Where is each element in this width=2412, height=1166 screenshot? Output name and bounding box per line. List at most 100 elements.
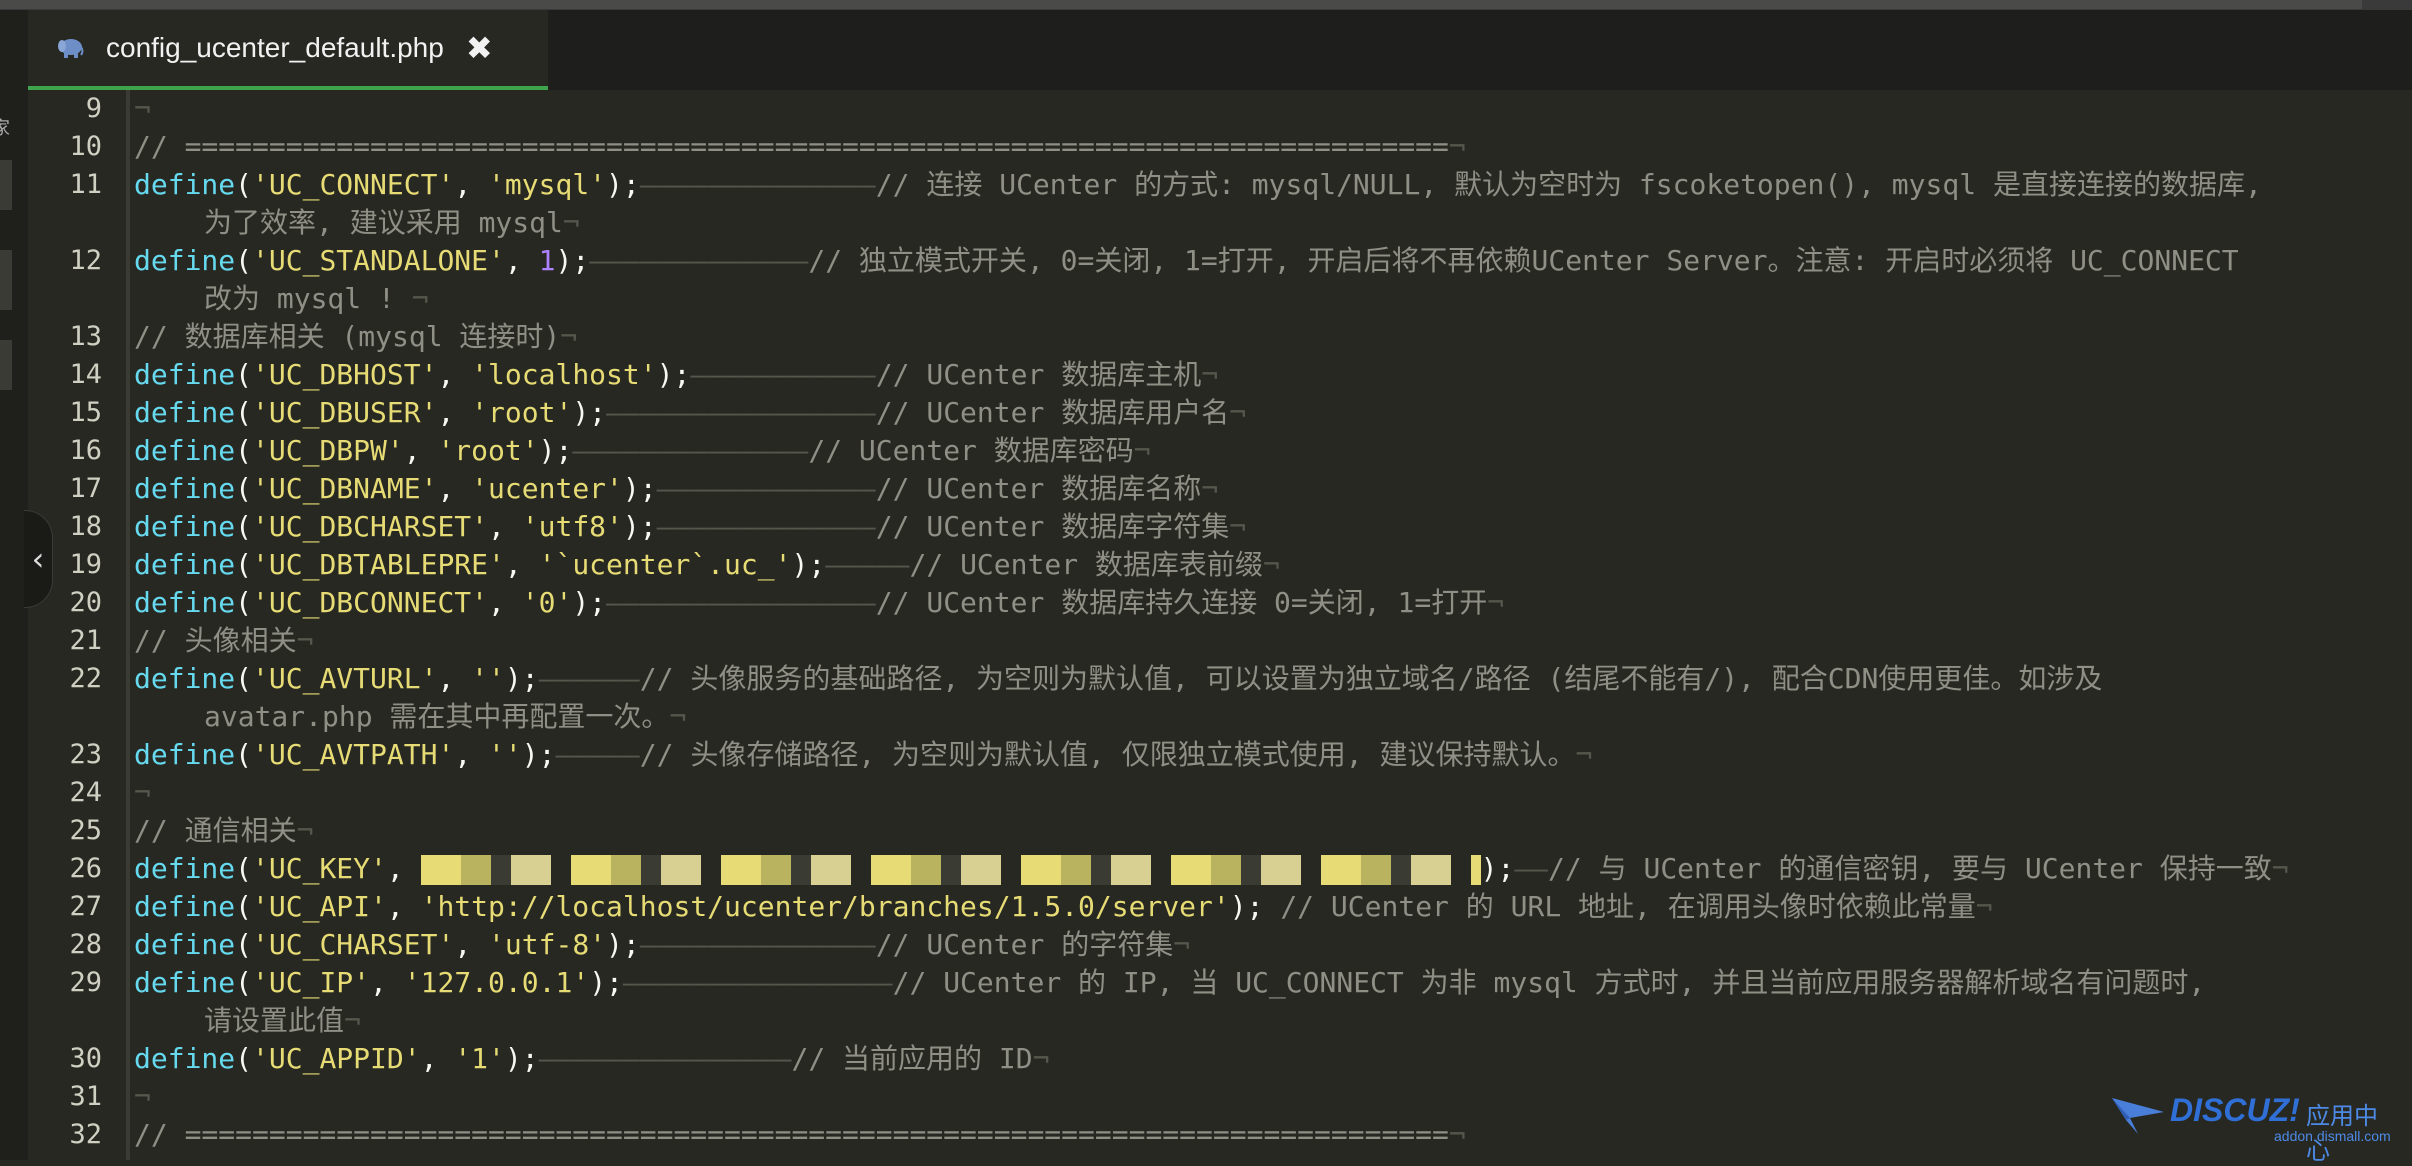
line-number: 10 bbox=[69, 131, 102, 162]
code-line[interactable]: ¬ bbox=[134, 90, 151, 128]
code-token-p: , bbox=[437, 662, 472, 695]
code-token-p: ); bbox=[622, 472, 657, 505]
code-token-c: 改为 mysql ! bbox=[204, 282, 412, 315]
code-line[interactable]: define('UC_STANDALONE', 1);—————————————… bbox=[134, 242, 2239, 280]
code-line[interactable]: define('UC_DBCHARSET', 'utf8');—————————… bbox=[134, 508, 1246, 546]
code-line[interactable]: ¬ bbox=[134, 1078, 151, 1116]
code-editor[interactable]: 9 10 11 12 13 14 15 16 17 18 19 20 21 22 23 24 25 26 27 28 2… bbox=[28, 90, 2412, 1160]
code-token-nl: ¬ bbox=[2271, 852, 2289, 885]
code-token-s: 'UC_AVTURL' bbox=[252, 662, 438, 695]
code-token-dash: —————————————— bbox=[639, 928, 876, 961]
code-token-s: 'UC_DBUSER' bbox=[252, 396, 438, 429]
code-token-nl: ¬ bbox=[296, 814, 314, 847]
code-line[interactable]: define('UC_DBTABLEPRE', '`ucenter`.uc_')… bbox=[134, 546, 1280, 584]
code-token-p: ( bbox=[235, 244, 253, 277]
code-token-c: // 数据库相关 (mysql 连接时) bbox=[134, 320, 561, 353]
code-token-k: define bbox=[134, 358, 236, 391]
code-line[interactable]: define('UC_DBCONNECT', '0');————————————… bbox=[134, 584, 1504, 622]
line-number: 17 bbox=[69, 473, 102, 504]
code-token-nl: ¬ bbox=[1201, 358, 1219, 391]
code-token-c: // UCenter 数据库密码 bbox=[808, 434, 1134, 467]
code-line[interactable]: define('UC_API', 'http://localhost/ucent… bbox=[134, 888, 1993, 926]
code-token-nl: ¬ bbox=[1032, 1042, 1050, 1075]
code-line[interactable]: // 数据库相关 (mysql 连接时)¬ bbox=[134, 318, 577, 356]
code-line[interactable]: define('UC_CONNECT', 'mysql');——————————… bbox=[134, 166, 2262, 204]
code-token-k: define bbox=[134, 548, 236, 581]
code-token-k: define bbox=[134, 852, 236, 885]
code-line[interactable]: define('UC_DBHOST', 'localhost');———————… bbox=[134, 356, 1218, 394]
code-token-p: , bbox=[488, 510, 522, 543]
code-token-p: , bbox=[437, 396, 472, 429]
code-line[interactable]: define('UC_DBUSER', 'root');————————————… bbox=[134, 394, 1246, 432]
code-line[interactable]: define('UC_DBPW', 'root');——————————————… bbox=[134, 432, 1151, 470]
code-token-s: 'UC_KEY' bbox=[252, 852, 387, 885]
php-elephant-icon bbox=[58, 39, 84, 58]
code-token-dash: —————————————— bbox=[572, 434, 809, 467]
code-token-k: define bbox=[134, 244, 236, 277]
line-number: 32 bbox=[69, 1119, 102, 1150]
code-line-wrap[interactable]: avatar.php 需在其中再配置一次。¬ bbox=[134, 698, 686, 736]
line-number: 27 bbox=[69, 891, 102, 922]
watermark-url: addon.dismall.com bbox=[2274, 1128, 2391, 1144]
code-token-p: , bbox=[454, 928, 489, 961]
code-token-p: , bbox=[370, 966, 404, 999]
redacted-key-value bbox=[420, 855, 1481, 885]
code-line[interactable]: define('UC_CHARSET', 'utf-8');——————————… bbox=[134, 926, 1190, 964]
code-token-p: ); bbox=[572, 396, 607, 429]
code-line[interactable]: // =====================================… bbox=[134, 128, 1466, 166]
code-token-p: , bbox=[504, 548, 539, 581]
line-number: 16 bbox=[69, 435, 102, 466]
code-token-c: // 通信相关 bbox=[134, 814, 297, 847]
code-token-n: 1 bbox=[538, 244, 556, 277]
code-token-p: ); bbox=[606, 928, 640, 961]
code-token-dash: ————— bbox=[825, 548, 910, 581]
code-token-c: // UCenter 的字符集 bbox=[875, 928, 1174, 961]
code-token-c: // 与 UCenter 的通信密钥, 要与 UCenter 保持一致 bbox=[1548, 852, 2272, 885]
sidebar-collapse-button[interactable]: ‹ bbox=[24, 510, 53, 608]
code-token-s: 'UC_API' bbox=[252, 890, 387, 923]
code-token-s: 'http://localhost/ucenter/branches/1.5.0… bbox=[420, 890, 1230, 923]
code-line-wrap[interactable]: 请设置此值¬ bbox=[134, 1002, 361, 1040]
code-line[interactable]: // 头像相关¬ bbox=[134, 622, 313, 660]
code-token-c: // 头像相关 bbox=[134, 624, 297, 657]
code-token-nl: ¬ bbox=[669, 700, 687, 733]
close-icon[interactable]: ✖ bbox=[466, 29, 493, 67]
gutter-divider bbox=[126, 90, 130, 1160]
line-number: 30 bbox=[69, 1043, 102, 1074]
code-area[interactable]: ¬// ====================================… bbox=[134, 90, 2412, 1160]
code-token-k: define bbox=[134, 966, 236, 999]
sidebar-stub bbox=[0, 250, 12, 310]
code-line[interactable]: // =====================================… bbox=[134, 1116, 1466, 1154]
code-token-c: // UCenter 数据库持久连接 0=关闭, 1=打开 bbox=[875, 586, 1488, 619]
code-line[interactable]: define('UC_DBNAME', 'ucenter');—————————… bbox=[134, 470, 1218, 508]
code-token-s: 'UC_STANDALONE' bbox=[252, 244, 505, 277]
code-line[interactable]: define('UC_IP', '127.0.0.1');———————————… bbox=[134, 964, 2205, 1002]
window-top-bar-inner bbox=[0, 0, 2362, 9]
code-token-p: ); bbox=[538, 434, 573, 467]
code-line-wrap[interactable]: 为了效率, 建议采用 mysql¬ bbox=[134, 204, 580, 242]
code-token-s: 'UC_CONNECT' bbox=[252, 168, 455, 201]
code-line[interactable]: define('UC_APPID', '1');———————————————/… bbox=[134, 1040, 1050, 1078]
line-number: 23 bbox=[69, 739, 102, 770]
code-token-p: , bbox=[488, 586, 522, 619]
code-token-nl: ¬ bbox=[1229, 396, 1247, 429]
code-token-nl: ¬ bbox=[1448, 1118, 1466, 1151]
sidebar-edge-glyph: 家 bbox=[0, 118, 10, 139]
code-token-nl: ¬ bbox=[1229, 510, 1247, 543]
code-token-nl: ¬ bbox=[1487, 586, 1505, 619]
tab-config-file[interactable]: config_ucenter_default.php ✖ bbox=[28, 10, 548, 90]
code-token-p: ); bbox=[555, 244, 590, 277]
tab-bar: config_ucenter_default.php ✖ bbox=[28, 10, 2412, 90]
code-token-k: define bbox=[134, 928, 236, 961]
code-line[interactable]: define('UC_AVTURL', '');——————// 头像服务的基础… bbox=[134, 660, 2102, 698]
code-line[interactable]: define('UC_AVTPATH', '');—————// 头像存储路径,… bbox=[134, 736, 1592, 774]
code-line[interactable]: // 通信相关¬ bbox=[134, 812, 313, 850]
line-number-gutter: 9 10 11 12 13 14 15 16 17 18 19 20 21 22 23 24 25 26 27 28 2… bbox=[28, 90, 130, 1160]
code-line-wrap[interactable]: 改为 mysql ! ¬ bbox=[134, 280, 429, 318]
code-line[interactable]: define('UC_KEY', );——// 与 UCenter 的通信密钥,… bbox=[134, 850, 2289, 888]
code-line[interactable]: ¬ bbox=[134, 774, 151, 812]
code-token-s: 'UC_CHARSET' bbox=[252, 928, 455, 961]
code-token-k: define bbox=[134, 472, 236, 505]
code-token-c: 请设置此值 bbox=[204, 1004, 345, 1037]
code-token-s: 'UC_DBHOST' bbox=[252, 358, 438, 391]
